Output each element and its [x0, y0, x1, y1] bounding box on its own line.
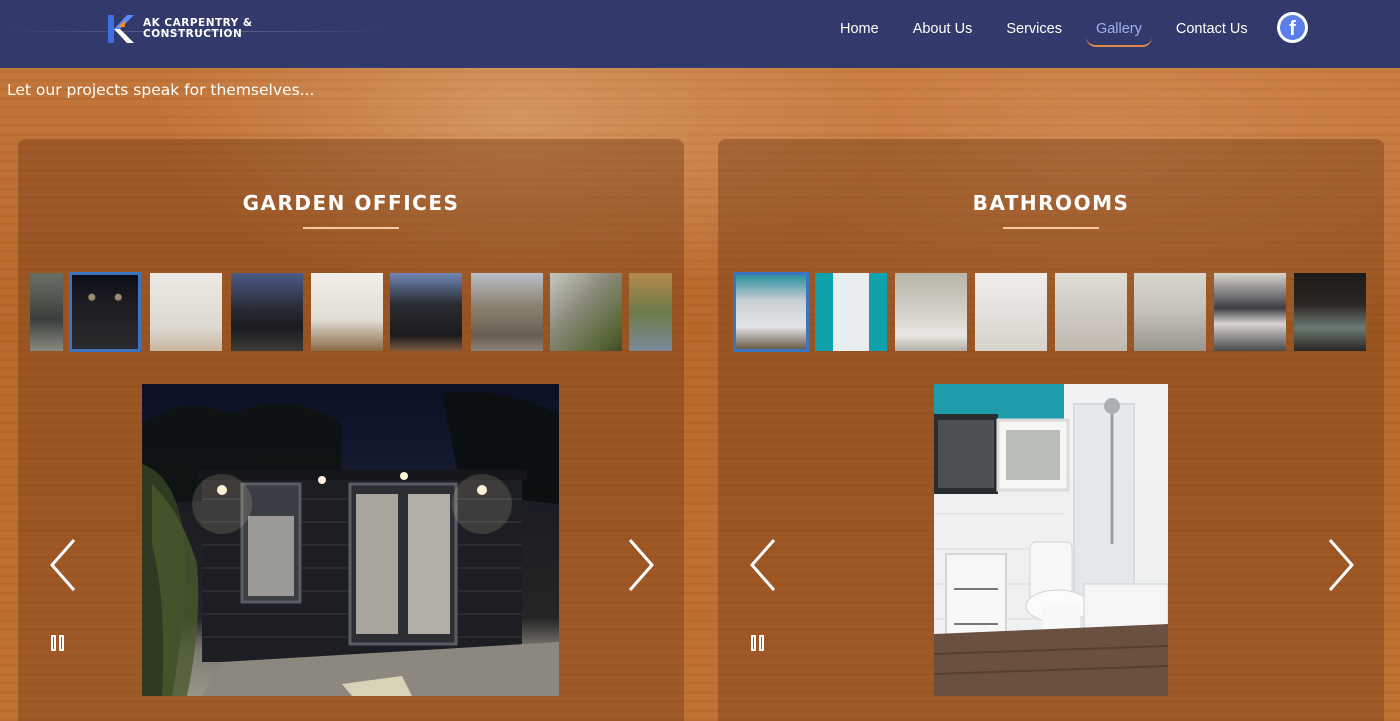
thumbnail[interactable]	[550, 273, 622, 351]
nav-home[interactable]: Home	[840, 15, 879, 43]
gallery-title: GARDEN OFFICES	[242, 191, 460, 215]
site-header: AK CARPENTRY & CONSTRUCTION Home About U…	[0, 0, 1400, 68]
pause-icon[interactable]	[751, 635, 765, 651]
tagline: Let our projects speak for themselves...	[7, 81, 315, 99]
thumbnail[interactable]	[1055, 273, 1127, 351]
thumbnail-strip	[733, 272, 1375, 352]
title-underline	[303, 227, 399, 229]
thumbnail[interactable]	[231, 273, 303, 351]
thumbnail[interactable]	[311, 273, 383, 351]
prev-arrow-icon[interactable]	[748, 537, 778, 593]
gallery-title: BATHROOMS	[972, 191, 1130, 215]
thumbnail[interactable]	[975, 273, 1047, 351]
garden-office-illustration	[142, 391, 559, 696]
thumbnail[interactable]	[1294, 273, 1366, 351]
pause-icon[interactable]	[51, 635, 65, 651]
thumbnail[interactable]	[150, 273, 222, 351]
gallery-bathrooms: BATHROOMS	[718, 139, 1384, 721]
next-arrow-icon[interactable]	[1326, 537, 1356, 593]
thumbnail[interactable]	[1134, 273, 1206, 351]
nav-services[interactable]: Services	[1006, 15, 1062, 43]
facebook-icon[interactable]: f	[1277, 12, 1308, 43]
gallery-main-image[interactable]	[142, 384, 559, 696]
thumbnail[interactable]	[895, 273, 967, 351]
logo[interactable]: AK CARPENTRY & CONSTRUCTION	[5, 12, 385, 46]
main-nav: Home About Us Services Gallery Contact U…	[840, 0, 1282, 58]
thumbnail-selected[interactable]	[733, 272, 809, 352]
logo-mark-icon	[105, 13, 137, 45]
thumbnail[interactable]	[815, 273, 887, 351]
nav-gallery[interactable]: Gallery	[1085, 15, 1152, 47]
thumbnail[interactable]	[30, 273, 63, 351]
gallery-main-image[interactable]	[934, 384, 1168, 696]
thumbnail-selected[interactable]	[69, 272, 141, 352]
logo-divider	[5, 31, 385, 32]
thumbnail[interactable]	[471, 273, 543, 351]
nav-about-us[interactable]: About Us	[913, 15, 973, 43]
thumbnail-strip	[30, 272, 672, 352]
thumbnail[interactable]	[1214, 273, 1286, 351]
thumbnail[interactable]	[629, 273, 672, 351]
gallery-garden-offices: GARDEN OFFICES	[18, 139, 684, 721]
thumbnail[interactable]	[390, 273, 462, 351]
prev-arrow-icon[interactable]	[48, 537, 78, 593]
title-underline	[1003, 227, 1099, 229]
nav-contact-us[interactable]: Contact Us	[1176, 15, 1248, 43]
logo-text: AK CARPENTRY & CONSTRUCTION	[143, 18, 253, 40]
next-arrow-icon[interactable]	[626, 537, 656, 593]
bathroom-illustration	[934, 384, 1168, 696]
